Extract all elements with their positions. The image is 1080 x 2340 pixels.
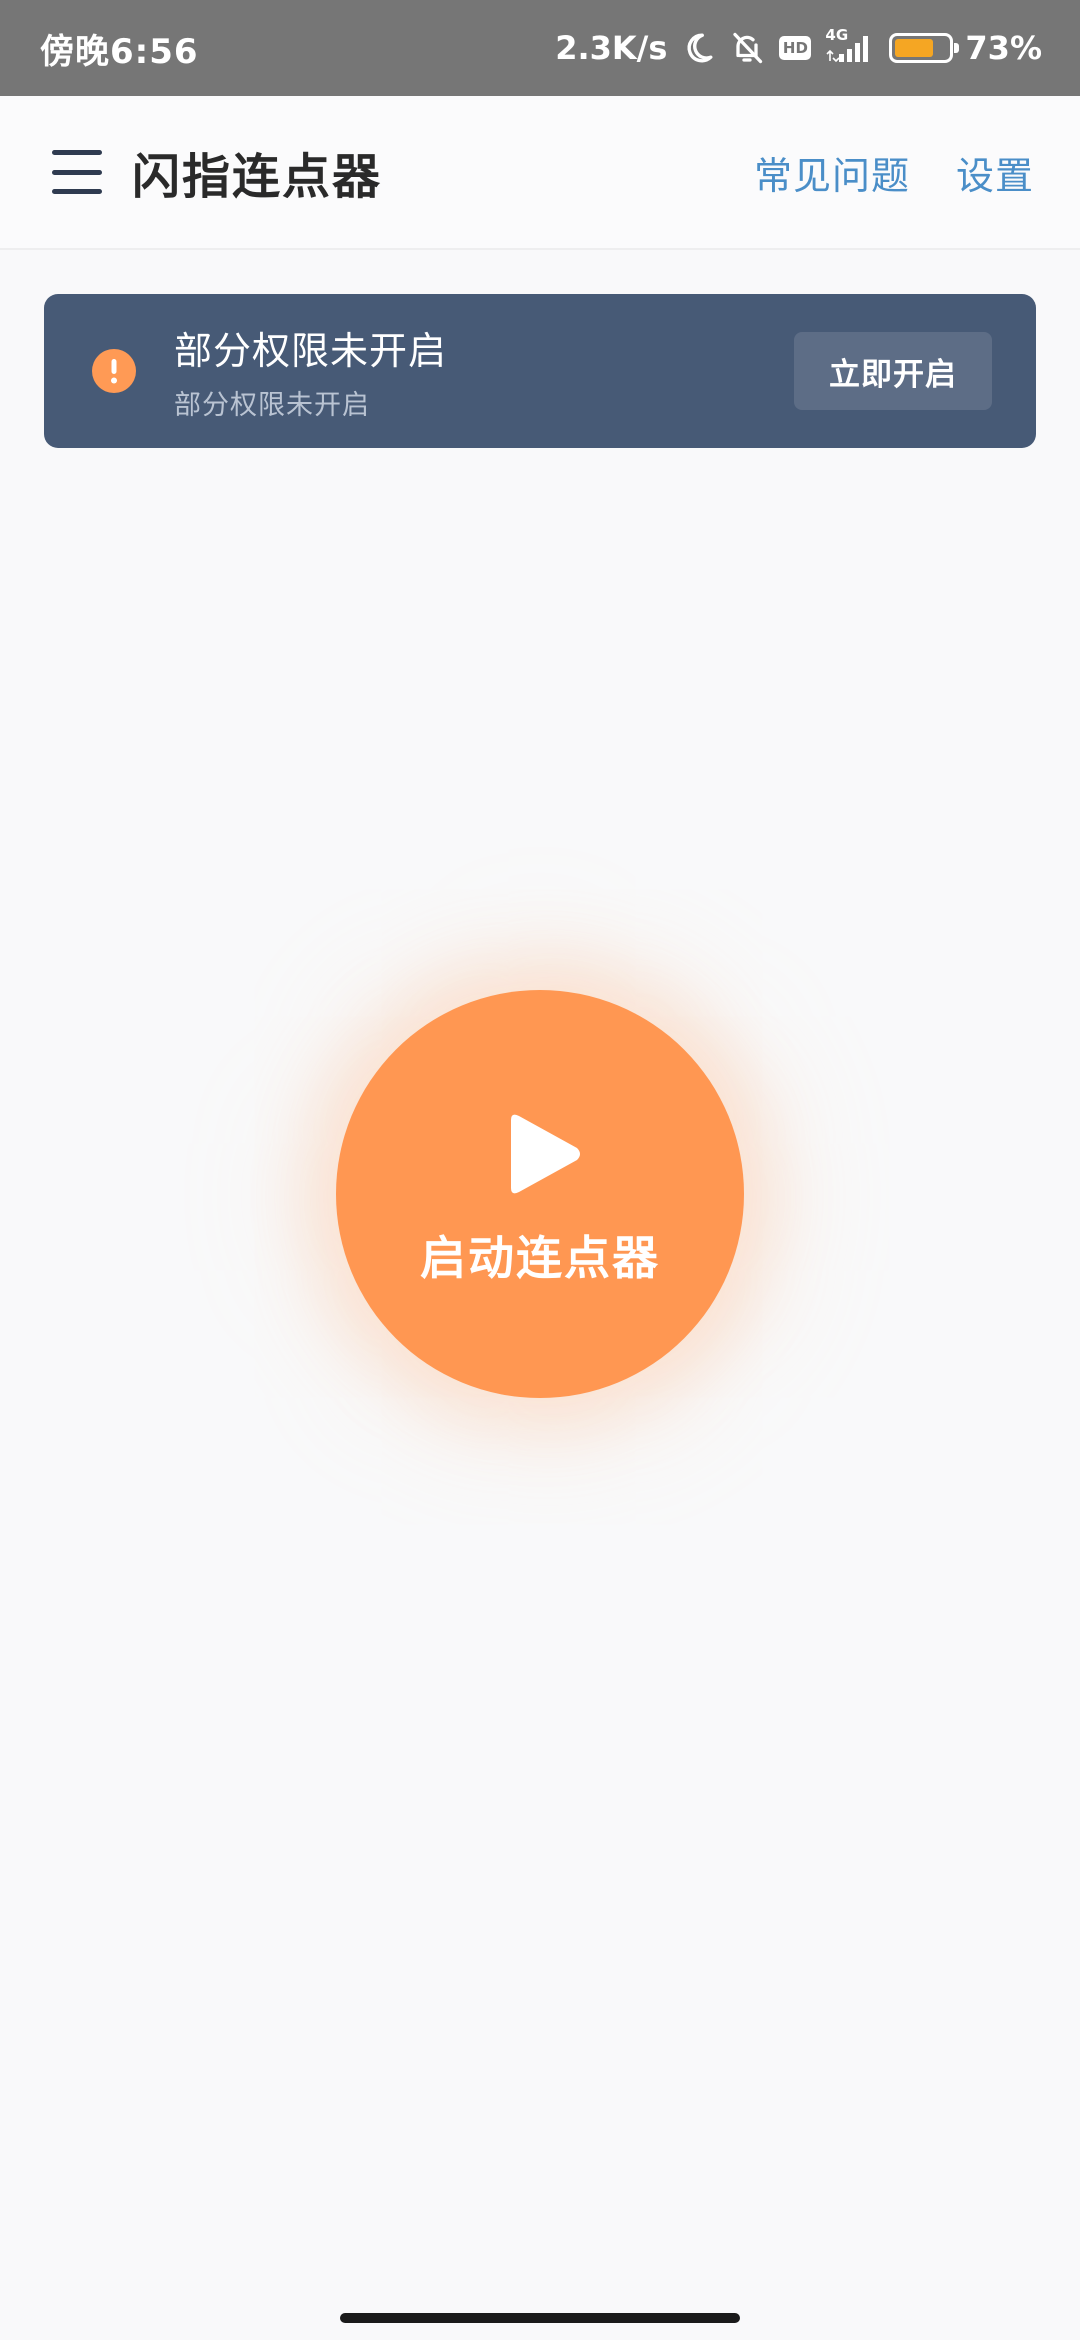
home-indicator[interactable] bbox=[340, 2313, 740, 2323]
start-clicker-button[interactable]: 启动连点器 bbox=[336, 990, 744, 1398]
start-button-label: 启动连点器 bbox=[420, 1231, 660, 1285]
app-title: 闪指连点器 bbox=[132, 149, 383, 205]
banner-text: 部分权限未开启 部分权限未开启 bbox=[174, 320, 447, 422]
app-bar-actions: 常见问题 设置 bbox=[754, 145, 1034, 200]
play-icon bbox=[505, 1110, 585, 1202]
banner-subtitle: 部分权限未开启 bbox=[174, 390, 370, 421]
bell-off-icon bbox=[729, 30, 765, 66]
app-bar: 闪指连点器 常见问题 设置 bbox=[0, 96, 1080, 250]
battery-percent: 73% bbox=[965, 29, 1042, 67]
enable-now-button[interactable]: 立即开启 bbox=[794, 332, 992, 410]
battery-icon: 73% bbox=[889, 29, 1042, 67]
hd-icon: HD bbox=[779, 36, 812, 60]
warning-icon bbox=[92, 349, 136, 393]
signal-icon: 4G bbox=[825, 26, 875, 64]
battery-fill bbox=[895, 39, 934, 57]
status-icons: 2.3K/s HD 4G 73% bbox=[555, 26, 1042, 67]
net-speed: 2.3K/s bbox=[555, 29, 668, 67]
status-bar: 傍晚6:56 2.3K/s HD 4G 73% bbox=[0, 0, 1080, 96]
faq-link[interactable]: 常见问题 bbox=[754, 145, 910, 200]
screen: 傍晚6:56 2.3K/s HD 4G 73% 闪指连点器 常见问题 设置 部分… bbox=[0, 0, 1080, 2340]
moon-icon bbox=[681, 31, 715, 65]
network-type: 4G bbox=[825, 26, 849, 44]
banner-title: 部分权限未开启 bbox=[174, 329, 448, 373]
status-time: 傍晚6:56 bbox=[40, 31, 199, 72]
permission-banner: 部分权限未开启 部分权限未开启 立即开启 bbox=[44, 294, 1036, 448]
menu-icon[interactable] bbox=[52, 150, 102, 194]
start-button-wrapper: 启动连点器 bbox=[336, 990, 744, 1398]
settings-link[interactable]: 设置 bbox=[956, 145, 1034, 200]
